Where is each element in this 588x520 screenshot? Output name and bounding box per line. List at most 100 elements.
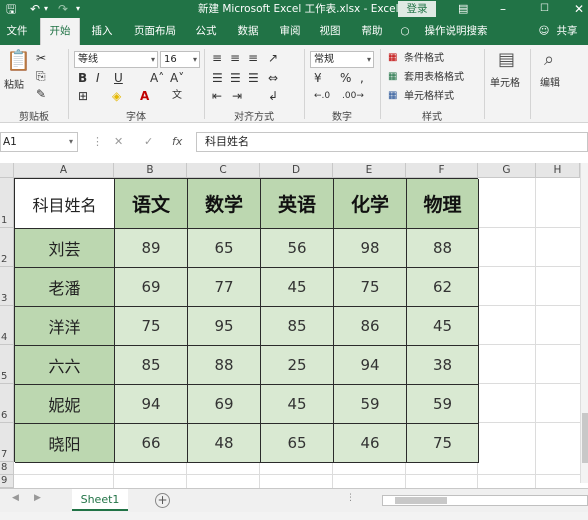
score-cell[interactable]: 62 [407, 268, 479, 307]
tab-insert[interactable]: 插入 [84, 18, 120, 45]
header-cell-subject-name[interactable]: 科目姓名 [15, 179, 115, 229]
tab-help[interactable]: 帮助 [354, 18, 390, 45]
score-cell[interactable]: 75 [407, 424, 479, 463]
format-painter-icon[interactable]: ✎ [36, 87, 46, 101]
paste-icon[interactable]: 📋 [6, 50, 31, 70]
score-cell[interactable]: 38 [407, 346, 479, 385]
decrease-indent-icon[interactable]: ⇤ [212, 89, 222, 103]
prev-sheet-icon[interactable]: ◀ [12, 493, 19, 503]
tab-file[interactable]: 文件 [0, 18, 34, 45]
login-button[interactable]: 登录 [398, 1, 436, 17]
score-cell[interactable]: 46 [334, 424, 407, 463]
customize-toolbar-icon[interactable]: ▾ [76, 1, 80, 17]
increase-decimal-icon[interactable]: ←.0 [314, 89, 330, 103]
column-header-e[interactable]: E [333, 163, 406, 178]
name-cell[interactable]: 洋洋 [15, 307, 115, 346]
score-cell[interactable]: 45 [261, 268, 334, 307]
merge-center-icon[interactable]: ⇔ [268, 71, 278, 85]
tell-me-search[interactable]: 操作说明搜索 [416, 18, 496, 45]
score-cell[interactable]: 94 [115, 385, 188, 424]
score-cell[interactable]: 69 [188, 385, 261, 424]
confirm-entry-icon[interactable]: ✓ [144, 134, 153, 150]
score-cell[interactable]: 66 [115, 424, 188, 463]
score-cell[interactable]: 48 [188, 424, 261, 463]
insert-function-icon[interactable]: fx [172, 134, 182, 150]
phonetic-icon[interactable]: 文 [172, 89, 182, 103]
score-cell[interactable]: 88 [407, 229, 479, 268]
align-left-icon[interactable]: ☰ [212, 71, 223, 85]
column-header-b[interactable]: B [114, 163, 187, 178]
score-cell[interactable]: 98 [334, 229, 407, 268]
row-header-9[interactable]: 9 [0, 475, 14, 488]
save-icon[interactable]: 🖫 [6, 1, 16, 17]
score-cell[interactable]: 89 [115, 229, 188, 268]
score-cell[interactable]: 59 [407, 385, 479, 424]
name-cell[interactable]: 六六 [15, 346, 115, 385]
row-header-5[interactable]: 5 [0, 345, 14, 384]
column-header-a[interactable]: A [14, 163, 114, 178]
maximize-icon[interactable]: ☐ [540, 1, 549, 17]
copy-icon[interactable]: ⎘ [36, 69, 46, 83]
align-right-icon[interactable]: ☰ [248, 71, 259, 85]
horizontal-scrollbar[interactable] [382, 495, 588, 506]
percent-icon[interactable]: % [340, 71, 351, 85]
undo-dropdown-icon[interactable]: ▾ [44, 1, 48, 17]
horizontal-scroll-thumb[interactable] [395, 497, 447, 504]
row-header-7[interactable]: 7 [0, 423, 14, 462]
minimize-icon[interactable]: – [500, 1, 506, 17]
header-cell-english[interactable]: 英语 [261, 179, 334, 229]
score-cell[interactable]: 85 [261, 307, 334, 346]
number-format-select[interactable]: 常规 ▾ [310, 51, 374, 68]
column-header-c[interactable]: C [187, 163, 260, 178]
sheet-tab-sheet1[interactable]: Sheet1 [72, 489, 128, 511]
next-sheet-icon[interactable]: ▶ [34, 493, 41, 503]
conditional-format-button[interactable]: 条件格式 [404, 52, 444, 65]
column-header-d[interactable]: D [260, 163, 333, 178]
tab-view[interactable]: 视图 [312, 18, 348, 45]
wrap-text-icon[interactable]: ↲ [268, 89, 278, 103]
redo-icon[interactable]: ↷ [58, 1, 68, 17]
table-format-button[interactable]: 套用表格格式 [404, 71, 464, 84]
underline-icon[interactable]: U [114, 71, 123, 85]
vertical-scroll-thumb[interactable] [582, 413, 588, 463]
score-cell[interactable]: 88 [188, 346, 261, 385]
cut-icon[interactable]: ✂ [36, 51, 46, 65]
select-all-corner[interactable] [0, 163, 14, 178]
decrease-decimal-icon[interactable]: .00→ [342, 89, 364, 103]
header-cell-math[interactable]: 数学 [188, 179, 261, 229]
name-box[interactable]: A1 ▾ [0, 132, 78, 152]
currency-icon[interactable]: ¥ [314, 71, 322, 85]
comma-style-icon[interactable]: , [360, 71, 364, 85]
name-cell[interactable]: 晓阳 [15, 424, 115, 463]
column-header-g[interactable]: G [478, 163, 536, 178]
font-grow-icon[interactable]: A˄ [150, 71, 164, 85]
score-cell[interactable]: 25 [261, 346, 334, 385]
header-cell-chinese[interactable]: 语文 [115, 179, 188, 229]
formula-input[interactable]: 科目姓名 [196, 132, 588, 152]
header-cell-physics[interactable]: 物理 [407, 179, 479, 229]
italic-icon[interactable]: I [96, 71, 100, 85]
tab-page-layout[interactable]: 页面布局 [126, 18, 184, 45]
tab-formulas[interactable]: 公式 [188, 18, 224, 45]
vertical-scrollbar[interactable] [580, 163, 588, 483]
score-cell[interactable]: 65 [261, 424, 334, 463]
row-header-8[interactable]: 8 [0, 462, 14, 475]
score-cell[interactable]: 65 [188, 229, 261, 268]
row-header-3[interactable]: 3 [0, 267, 14, 306]
fill-color-icon[interactable]: ◈ [112, 89, 121, 103]
score-cell[interactable]: 86 [334, 307, 407, 346]
header-cell-chemistry[interactable]: 化学 [334, 179, 407, 229]
cells-button[interactable]: 单元格 [490, 77, 520, 90]
font-size-select[interactable]: 16 ▾ [160, 51, 200, 68]
score-cell[interactable]: 85 [115, 346, 188, 385]
undo-icon[interactable]: ↶ [30, 1, 40, 17]
name-cell[interactable]: 刘芸 [15, 229, 115, 268]
align-middle-icon[interactable]: ≡ [230, 51, 240, 65]
editing-button[interactable]: 编辑 [540, 77, 560, 90]
align-center-icon[interactable]: ☰ [230, 71, 241, 85]
score-cell[interactable]: 69 [115, 268, 188, 307]
row-header-6[interactable]: 6 [0, 384, 14, 423]
score-cell[interactable]: 77 [188, 268, 261, 307]
tab-review[interactable]: 审阅 [272, 18, 308, 45]
row-header-4[interactable]: 4 [0, 306, 14, 345]
